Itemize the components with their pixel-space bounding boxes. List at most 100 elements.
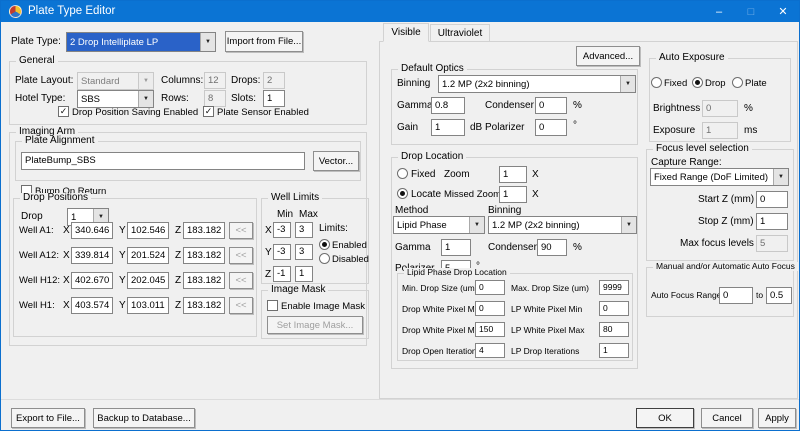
well-a1-y-field[interactable]: 102.546 — [127, 222, 169, 239]
lp-white-pixel-max-field[interactable]: 80 — [599, 322, 629, 337]
limits-enabled-radio[interactable] — [319, 239, 330, 250]
plate-type-editor-dialog: Plate Type Editor – □ ✕ Plate Type: 2 Dr… — [0, 0, 800, 431]
columns-label: Columns: — [161, 76, 203, 86]
drop-white-pixel-min-field[interactable]: 0 — [475, 301, 505, 316]
well-h12-label: Well H12: — [19, 276, 60, 286]
drop-location-locate-radio[interactable] — [397, 188, 408, 199]
plate-sensor-checkbox[interactable]: ✓ — [203, 106, 214, 117]
plate-alignment-field[interactable]: PlateBump_SBS — [21, 152, 305, 170]
auto-focus-to-field[interactable]: 0.5 — [766, 287, 792, 304]
drop-position-saving-checkbox[interactable]: ✓ — [58, 106, 69, 117]
drop-white-pixel-max-field[interactable]: 150 — [475, 322, 505, 337]
well-a1-x-field[interactable]: 340.646 — [71, 222, 113, 239]
optics-polarizer-field[interactable]: 0 — [535, 119, 567, 136]
well-h12-x-field[interactable]: 402.670 — [71, 272, 113, 289]
hotel-type-label: Hotel Type: — [15, 94, 65, 104]
dl-condenser-field[interactable]: 90 — [537, 239, 567, 256]
well-h1-x-field[interactable]: 403.574 — [71, 297, 113, 314]
missed-zoom-label: Missed Zoom — [444, 190, 501, 200]
well-h12-y-field[interactable]: 202.045 — [127, 272, 169, 289]
exposure-label: Exposure — [653, 126, 695, 136]
well-a12-x-field[interactable]: 339.814 — [71, 247, 113, 264]
optics-gamma-field[interactable]: 0.8 — [431, 97, 465, 114]
zoom-label: Zoom — [444, 170, 470, 180]
lipid-phase-group-title: Lipid Phase Drop Location — [404, 268, 510, 277]
missed-zoom-unit: X — [532, 190, 539, 200]
drop-positions-group-title: Drop Positions — [20, 193, 91, 203]
limit-y-max-field[interactable]: 3 — [295, 244, 313, 260]
vector-button[interactable]: Vector... — [313, 151, 359, 171]
ok-button[interactable]: OK — [636, 408, 694, 428]
limit-x-max-field[interactable]: 3 — [295, 222, 313, 238]
dropdown-arrow-icon[interactable]: ▼ — [138, 91, 153, 107]
hotel-type-select[interactable]: SBS ▼ — [77, 90, 154, 108]
minimize-button[interactable]: – — [703, 1, 735, 22]
app-icon — [9, 5, 22, 18]
export-to-file-button[interactable]: Export to File... — [11, 408, 85, 428]
optics-gain-field[interactable]: 1 — [431, 119, 465, 136]
dl-binning-select[interactable]: 1.2 MP (2x2 binning) ▼ — [488, 216, 637, 234]
slots-label: Slots: — [231, 94, 256, 104]
ae-plate-radio[interactable] — [732, 77, 743, 88]
limit-y-min-field[interactable]: -3 — [273, 244, 291, 260]
well-h12-z-field[interactable]: 183.182 — [183, 272, 225, 289]
limit-z-min-field[interactable]: -1 — [273, 266, 291, 282]
well-a1-z-field[interactable]: 183.182 — [183, 222, 225, 239]
backup-to-database-button[interactable]: Backup to Database... — [93, 408, 195, 428]
dropdown-arrow-icon[interactable]: ▼ — [621, 217, 636, 233]
capture-range-select[interactable]: Fixed Range (DoF Limited) ▼ — [650, 168, 789, 186]
import-from-file-button[interactable]: Import from File... — [225, 31, 303, 52]
y-axis-label: Y — [119, 301, 126, 311]
well-h1-y-field[interactable]: 103.011 — [127, 297, 169, 314]
zoom-unit: X — [532, 170, 539, 180]
close-button[interactable]: ✕ — [767, 1, 799, 22]
optics-binning-select[interactable]: 1.2 MP (2x2 binning) ▼ — [438, 75, 636, 93]
dropdown-arrow-icon[interactable]: ▼ — [620, 76, 635, 92]
apply-button[interactable]: Apply — [758, 408, 796, 428]
dropdown-arrow-icon[interactable]: ▼ — [773, 169, 788, 185]
plate-type-select[interactable]: 2 Drop Intelliplate LP ▼ — [66, 32, 216, 52]
advanced-button[interactable]: Advanced... — [576, 46, 640, 66]
enable-image-mask-checkbox[interactable] — [267, 300, 278, 311]
dl-binning-label: Binning — [488, 206, 521, 216]
slots-field[interactable]: 1 — [263, 90, 285, 107]
dropdown-arrow-icon[interactable]: ▼ — [200, 33, 215, 51]
drop-open-iterations-field[interactable]: 4 — [475, 343, 505, 358]
limit-x-label: X — [265, 226, 272, 236]
limits-disabled-radio[interactable] — [319, 253, 330, 264]
focus-level-group-title: Focus level selection — [653, 144, 752, 154]
dropdown-arrow-icon[interactable]: ▼ — [469, 217, 484, 233]
close-icon: ✕ — [778, 5, 787, 18]
max-drop-size-field[interactable]: 9999 — [599, 280, 629, 295]
well-a12-y-field[interactable]: 201.524 — [127, 247, 169, 264]
limit-x-min-field[interactable]: -3 — [273, 222, 291, 238]
cancel-button[interactable]: Cancel — [701, 408, 753, 428]
lp-drop-iterations-field[interactable]: 1 — [599, 343, 629, 358]
lp-white-pixel-min-field[interactable]: 0 — [599, 301, 629, 316]
dl-gamma-field[interactable]: 1 — [441, 239, 471, 256]
well-a12-z-field[interactable]: 183.182 — [183, 247, 225, 264]
limit-z-max-field[interactable]: 1 — [295, 266, 313, 282]
tab-visible[interactable]: Visible — [383, 23, 429, 42]
hotel-type-value: SBS — [81, 94, 100, 105]
missed-zoom-field[interactable]: 1 — [499, 186, 527, 203]
zoom-field[interactable]: 1 — [499, 166, 527, 183]
drop-location-fixed-radio[interactable] — [397, 168, 408, 179]
dl-condenser-label: Condenser — [488, 243, 537, 253]
titlebar[interactable]: Plate Type Editor – □ ✕ — [1, 1, 799, 22]
drop-positions-group: Drop Positions — [13, 198, 257, 337]
well-h1-z-field[interactable]: 183.182 — [183, 297, 225, 314]
plate-layout-value: Standard — [81, 76, 120, 87]
method-select[interactable]: Lipid Phase ▼ — [393, 216, 485, 234]
ae-drop-radio[interactable] — [692, 77, 703, 88]
start-z-field[interactable]: 0 — [756, 191, 788, 208]
plate-type-label: Plate Type: — [11, 37, 61, 47]
default-optics-group-title: Default Optics — [398, 64, 467, 74]
min-drop-size-field[interactable]: 0 — [475, 280, 505, 295]
ae-fixed-radio[interactable] — [651, 77, 662, 88]
method-label: Method — [395, 206, 428, 216]
stop-z-field[interactable]: 1 — [756, 213, 788, 230]
optics-condenser-field[interactable]: 0 — [535, 97, 567, 114]
auto-focus-from-field[interactable]: 0 — [719, 287, 753, 304]
tab-ultraviolet[interactable]: Ultraviolet — [430, 24, 490, 42]
